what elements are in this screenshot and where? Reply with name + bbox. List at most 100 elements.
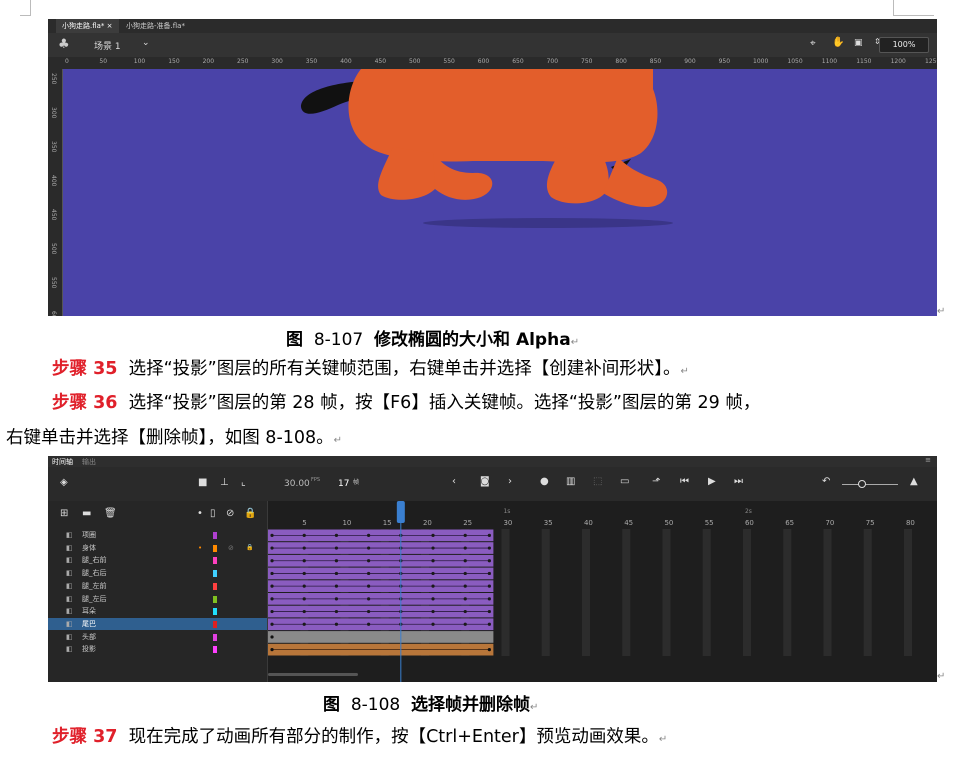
mountain-icon[interactable]: ▲ [910, 476, 918, 487]
frame-number-label: 45 [624, 519, 633, 527]
layer-row[interactable]: ◧ 腿_左后 [48, 593, 267, 606]
layer-name[interactable]: 腿_左后 [82, 593, 107, 606]
keyframe-dot [270, 648, 274, 652]
zoom-slider[interactable] [842, 484, 898, 485]
frame-column-marker [662, 529, 671, 656]
layer-name[interactable]: 身体 [82, 542, 96, 555]
stage-canvas[interactable] [63, 69, 937, 316]
keyframe-dot [463, 584, 467, 588]
layer-color-swatch[interactable] [213, 620, 217, 628]
chevron-down-icon[interactable]: ⌄ [142, 38, 150, 48]
layer-name[interactable]: 腿_左前 [82, 580, 107, 593]
clip-icon[interactable]: ▣ [854, 38, 863, 48]
parenting-icon[interactable]: ⊥ [220, 477, 229, 488]
highlight-dot-icon[interactable]: • [198, 542, 202, 555]
outline-icon[interactable]: ▯ [210, 508, 216, 519]
ruler-h-label: 1100 [821, 58, 838, 65]
document-tab-active[interactable]: 小狗走路.fla* × [56, 19, 119, 33]
layer-row[interactable]: ◧ 腿_右后 [48, 567, 267, 580]
layer-row[interactable]: ◧ 项圈 [48, 529, 267, 542]
fps-unit: FPS [311, 477, 321, 483]
layer-row[interactable]: ◧ 头部 [48, 631, 267, 644]
zoom-field[interactable]: 100% [879, 37, 929, 53]
hand-icon[interactable]: ✋ [832, 37, 844, 48]
layer-color-swatch[interactable] [213, 582, 217, 590]
play-icon[interactable]: ▶ [708, 476, 716, 487]
layer-row[interactable]: ◧ 腿_左前 [48, 580, 267, 593]
insert-frame-icon[interactable]: ▭ [620, 476, 629, 487]
lock-icon[interactable]: 🔒 [244, 508, 256, 519]
keyframe-dot [270, 533, 274, 537]
zoom-slider-handle[interactable] [858, 480, 866, 488]
document-tab[interactable]: 小狗走路-准备.fla* [120, 19, 191, 33]
caption-number: 8-107 [313, 330, 364, 350]
layer-name[interactable]: 项圈 [82, 529, 96, 542]
layer-row[interactable]: ◧ 耳朵 [48, 605, 267, 618]
onion-skin-icon[interactable]: ● [540, 476, 549, 487]
highlight-dot-icon[interactable]: • [197, 508, 203, 519]
layer-color-swatch[interactable] [213, 595, 217, 603]
lock-icon[interactable]: 🔒 [246, 542, 253, 555]
layer-color-swatch[interactable] [213, 532, 217, 539]
visibility-icon[interactable]: ⊘ [228, 542, 234, 555]
frame-grid[interactable]: 5 10 15 20 25 30 35 40 45 50 55 60 65 70 75 80 1s 2s [268, 501, 937, 682]
keyframe-dot [431, 584, 435, 588]
layer-panel-header: ⊞ ▬ 🗑 • ▯ ⊘ 🔒 [48, 501, 267, 529]
layer-color-swatch[interactable] [213, 646, 217, 654]
undo-icon[interactable]: ↶ [822, 476, 830, 487]
center-stage-icon[interactable]: ⌖ [810, 38, 816, 49]
layer-name[interactable]: 头部 [82, 631, 96, 644]
ruler-h-label: 0 [65, 58, 69, 65]
keyframe-icon[interactable]: ◙ [480, 476, 490, 487]
layer-name[interactable]: 尾巴 [82, 618, 96, 631]
tab-timeline[interactable]: 时间轴 [52, 457, 73, 467]
folder-icon[interactable]: ▬ [82, 508, 91, 519]
layer-name[interactable]: 腿_右前 [82, 554, 107, 567]
camera-icon[interactable]: ■ [198, 477, 207, 488]
layer-color-swatch[interactable] [213, 608, 217, 616]
visibility-icon[interactable]: ⊘ [226, 508, 234, 519]
step-forward-icon[interactable]: ⏭ [734, 476, 743, 487]
layer-name[interactable]: 腿_右后 [82, 567, 107, 580]
layer-row[interactable]: ◧ 投影 [48, 643, 267, 656]
layer-color-swatch[interactable] [213, 544, 217, 552]
ruler-h-label: 450 [374, 58, 387, 65]
graph-icon[interactable]: ⌞ [241, 477, 246, 488]
ruler-v-label: 250 [50, 73, 57, 85]
layer-name[interactable]: 投影 [82, 643, 96, 656]
keyframe-dot [431, 533, 435, 537]
shadow-ellipse [423, 218, 673, 228]
layer-color-swatch[interactable] [213, 557, 217, 565]
timeline-panel-header: 时间轴 输出 ≡ [48, 456, 937, 467]
scene-icon[interactable]: ♣ [58, 37, 70, 52]
prev-keyframe-icon[interactable]: ‹ [452, 476, 456, 487]
paragraph-mark: ↵ [937, 671, 946, 682]
fps-value[interactable]: 30.00 [284, 479, 310, 489]
layer-color-swatch[interactable] [213, 570, 217, 578]
loop-icon[interactable]: ⬏ [652, 476, 660, 487]
layer-name[interactable]: 耳朵 [82, 605, 96, 618]
tab-output[interactable]: 输出 [82, 457, 96, 467]
layer-color-swatch[interactable] [213, 633, 217, 641]
close-icon[interactable]: × [107, 22, 113, 30]
next-keyframe-icon[interactable]: › [508, 476, 512, 487]
keyframe-dot [334, 559, 339, 563]
stage-artwork [301, 69, 673, 228]
new-layer-icon[interactable]: ⊞ [60, 508, 68, 519]
keyframe-dot [302, 533, 306, 537]
trash-icon[interactable]: 🗑 [104, 508, 117, 519]
layer-panel: ⊞ ▬ 🗑 • ▯ ⊘ 🔒 ◧ 项圈 ◧ 身体 • ⊘ 🔒 ◧ 腿_右前 ◧ 腿_右后 ◧ 腿_左前 ◧ 腿… [48, 501, 268, 682]
panel-menu-icon[interactable]: ≡ [925, 456, 931, 464]
layer-row[interactable]: ◧ 身体 • ⊘ 🔒 [48, 542, 267, 555]
ruler-h-label: 1150 [856, 58, 872, 65]
layer-row[interactable]: ◧ 尾巴 [48, 617, 267, 631]
tween-icon[interactable]: ⬚ [593, 476, 602, 487]
keyframe-dot [334, 622, 339, 626]
edit-multiple-icon[interactable]: ▥ [566, 476, 575, 487]
keyframe-dot [487, 559, 491, 563]
ruler-h-label: 650 [512, 58, 524, 65]
layer-row[interactable]: ◧ 腿_右前 [48, 554, 267, 567]
step-back-icon[interactable]: ⏮ [680, 476, 689, 487]
frame-value[interactable]: 17 [338, 479, 349, 489]
layers-icon[interactable]: ◈ [60, 477, 68, 488]
